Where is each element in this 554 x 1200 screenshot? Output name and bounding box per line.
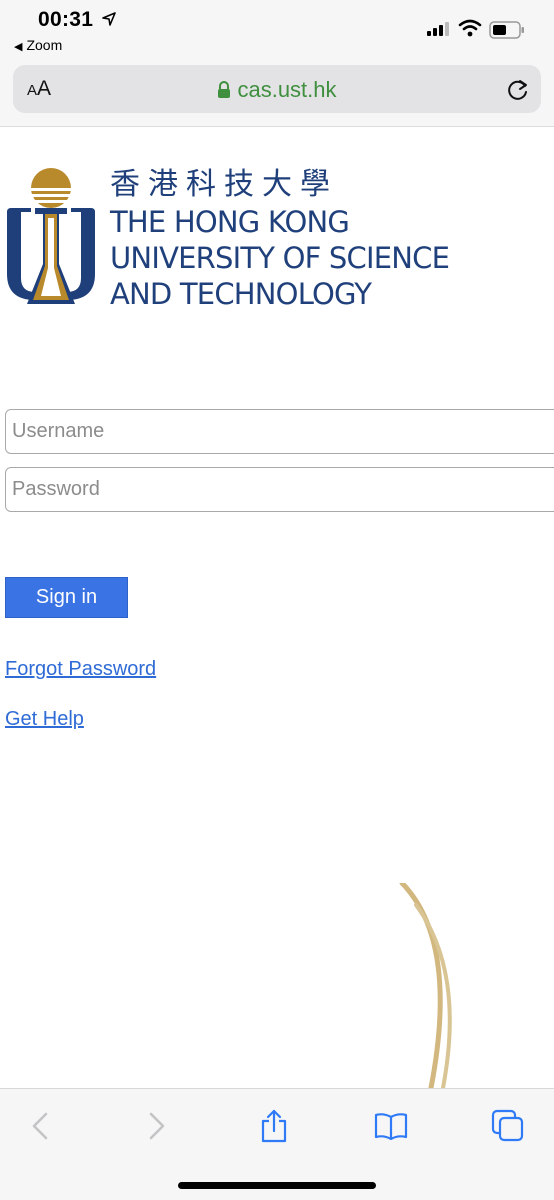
url-text: cas.ust.hk (237, 77, 337, 102)
cellular-signal-icon (427, 22, 449, 36)
lock-icon (218, 81, 231, 98)
share-icon (261, 1109, 287, 1143)
university-chinese-name: 香港科技大學 (110, 167, 338, 202)
back-triangle-icon: ◀ (14, 41, 23, 53)
page-content: 香港科技大學 THE HONG KONG UNIVERSITY OF SCIEN… (0, 128, 554, 1088)
tabs-button[interactable] (488, 1109, 528, 1143)
battery-icon (489, 21, 524, 39)
status-bar: 00:31 ◀ Zoom (0, 0, 554, 60)
university-name-line2: UNIVERSITY OF SCIENCE (110, 241, 450, 275)
url-display[interactable]: cas.ust.hk (13, 77, 541, 103)
address-bar[interactable]: AA cas.ust.hk (13, 65, 541, 113)
bookmarks-button[interactable] (371, 1109, 411, 1143)
get-help-link[interactable]: Get Help (5, 708, 84, 731)
share-button[interactable] (254, 1109, 294, 1143)
forward-icon (149, 1112, 165, 1140)
decorative-swoosh-image (399, 883, 452, 1088)
browser-top-bar: AA cas.ust.hk (0, 60, 554, 127)
status-time: 00:31 (38, 8, 94, 31)
university-name: 香港科技大學 THE HONG KONG UNIVERSITY OF SCIEN… (110, 166, 450, 312)
sign-in-button[interactable]: Sign in (5, 577, 128, 618)
password-field[interactable] (5, 467, 554, 512)
reload-icon[interactable] (506, 77, 530, 103)
hkust-logo (7, 168, 95, 304)
back-app-label: Zoom (26, 37, 63, 53)
university-name-line3: AND TECHNOLOGY (110, 277, 372, 311)
forgot-password-link[interactable]: Forgot Password (5, 658, 156, 681)
back-to-app-button[interactable]: ◀ Zoom (14, 37, 62, 53)
back-button[interactable] (20, 1109, 60, 1143)
bookmarks-icon (374, 1113, 408, 1140)
location-arrow-icon (102, 12, 116, 26)
wifi-icon (458, 19, 482, 37)
password-input[interactable] (6, 468, 554, 511)
username-field[interactable] (5, 409, 554, 454)
back-icon (32, 1112, 48, 1140)
home-indicator[interactable] (178, 1182, 376, 1189)
tabs-icon (491, 1109, 524, 1142)
username-input[interactable] (6, 410, 554, 453)
forward-button[interactable] (137, 1109, 177, 1143)
university-name-line1: THE HONG KONG (110, 205, 350, 239)
